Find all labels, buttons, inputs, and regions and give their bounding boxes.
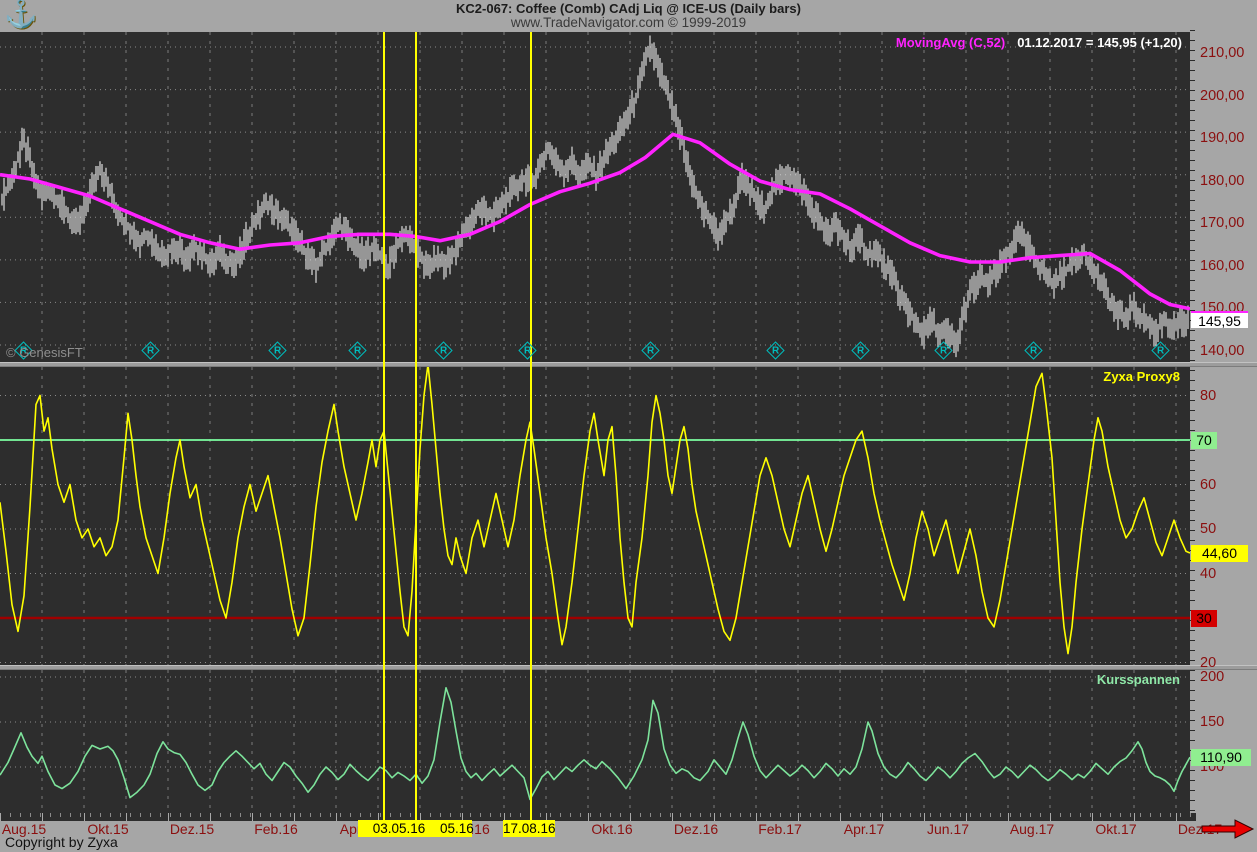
x-axis-label: Feb.16 [254,821,298,837]
gold-anchor-icon[interactable]: ⚓ [4,0,38,30]
event-date-line[interactable] [383,32,385,820]
chart-subtitle: www.TradeNavigator.com © 1999-2019 [0,16,1257,31]
y-axis-label: 200,00 [1200,88,1244,104]
x-axis-label: Okt.17 [1095,821,1136,837]
event-date-line[interactable] [415,32,417,820]
red-right-arrow-icon[interactable] [1201,818,1255,840]
highlighted-date-box[interactable]: 03.05.16 [358,820,440,837]
proxy8-panel-label: Zyxa Proxy8 [1103,369,1180,384]
y-axis-label: 150 [1200,714,1224,730]
trade-navigator-window: ⚓ KC2-067: Coffee (Comb) CAdj Liq @ ICE-… [0,0,1257,852]
y-axis-tick-strip [1190,30,1195,820]
panel-separator[interactable] [0,665,1257,670]
chart-header: KC2-067: Coffee (Comb) CAdj Liq @ ICE-US… [0,0,1257,31]
x-axis-label: Okt.16 [591,821,632,837]
y-axis-label: 170,00 [1200,215,1244,231]
value-box: 44,60 [1191,545,1248,562]
chart-title: KC2-067: Coffee (Comb) CAdj Liq @ ICE-US… [0,0,1257,16]
proxy8-panel[interactable]: Zyxa Proxy8 [0,367,1190,665]
y-axis-label: 40 [1200,566,1216,582]
x-axis-label: Aug.17 [1010,821,1054,837]
y-axis-label: 180,00 [1200,173,1244,189]
x-axis-label: Feb.17 [758,821,802,837]
copyright-text: Copyright by Zyxa [5,834,118,850]
kursspannen-panel-label: Kursspannen [1097,672,1180,687]
genesis-watermark: © GenesisFT [6,345,83,360]
value-box: 70 [1191,432,1217,449]
panel-separator[interactable] [0,362,1257,367]
price-axis[interactable]: 210,00200,00190,00180,00170,00160,00150,… [1190,30,1257,820]
y-axis-label: 60 [1200,477,1216,493]
event-date-line[interactable] [530,32,532,820]
value-box: 110,90 [1191,749,1251,766]
last-quote-label: 01.12.2017 = 145,95 (+1,20) [1017,35,1182,50]
highlighted-date-box[interactable]: 17.08.16 [503,820,555,837]
price-panel[interactable]: MovingAvg (C,52) 01.12.2017 = 145,95 (+1… [0,32,1190,362]
movingavg-label[interactable]: MovingAvg (C,52) [896,35,1005,50]
value-box: 30 [1191,610,1217,627]
kursspannen-panel[interactable]: Kursspannen [0,670,1190,813]
y-axis-label: 160,00 [1200,258,1244,274]
y-axis-label: 200 [1200,669,1224,685]
x-axis-label: Dez.15 [170,821,214,837]
value-box: 145,95 [1191,311,1248,328]
y-axis-label: 80 [1200,388,1216,404]
y-axis-label: 140,00 [1200,343,1244,359]
x-axis-label: Dez.16 [674,821,718,837]
x-axis-label: Jun.17 [927,821,969,837]
indicator-legend: MovingAvg (C,52) 01.12.2017 = 145,95 (+1… [896,35,1182,50]
y-axis-label: 50 [1200,521,1216,537]
y-axis-label: 190,00 [1200,130,1244,146]
x-axis-label: Apr.17 [844,821,884,837]
y-axis-label: 210,00 [1200,45,1244,61]
x-axis: Aug.15Okt.15Dez.15Feb.16Apr.16.16Okt.16D… [0,820,1257,838]
highlighted-date-box[interactable]: 05.16 [440,820,472,837]
